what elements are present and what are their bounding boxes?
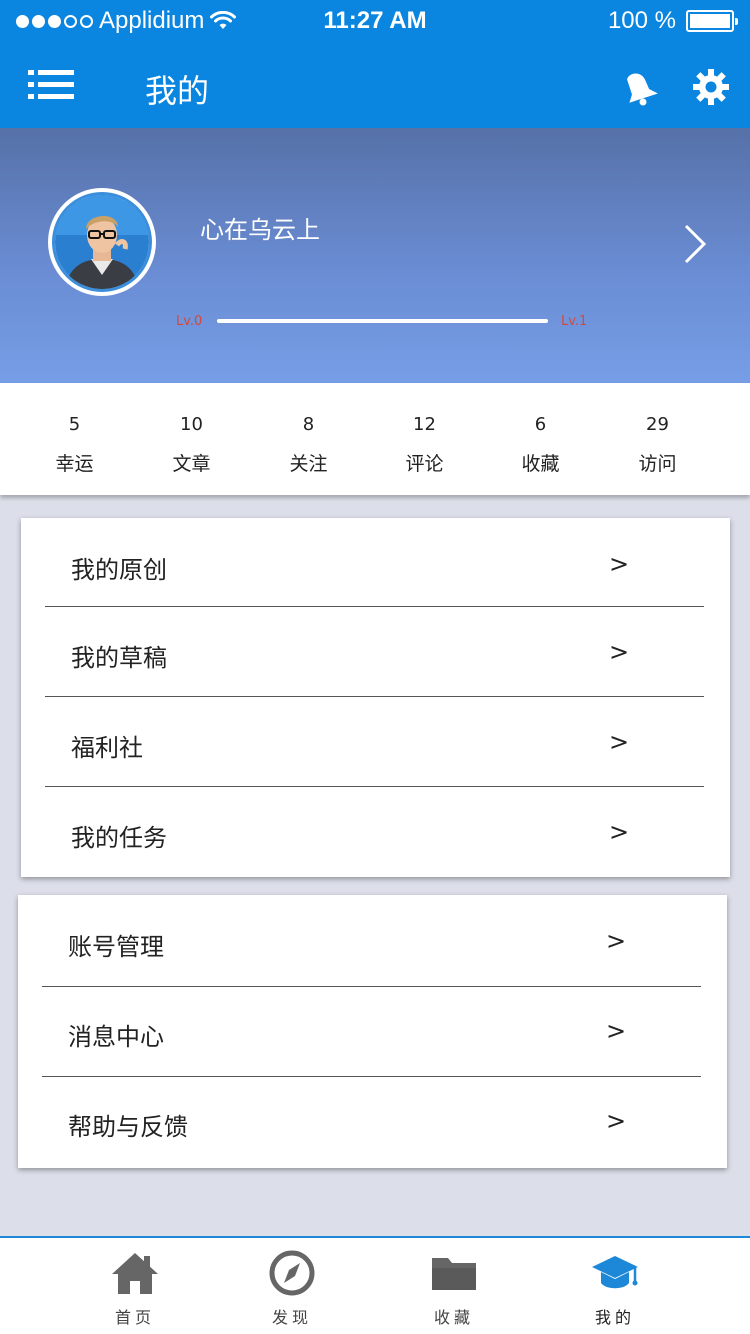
username[interactable]: 心在乌云上 [200,210,320,245]
folder-icon [432,1258,476,1290]
home-icon [112,1253,158,1294]
chevron-right-icon: > [609,728,630,756]
compass-icon [269,1250,315,1296]
menu-item-my-originals[interactable]: 我的原创 > [21,520,730,610]
status-right: 100 % [607,7,738,35]
top-bar: Applidium 11:27 AM 100 % 我的 [0,0,750,128]
chevron-right-icon: > [609,638,630,666]
stats-bar: 5 幸运 10 文章 8 关注 12 评论 6 收藏 29 访问 [0,383,750,495]
chevron-right-icon: > [606,927,627,955]
menu-item-label: 我的任务 [71,824,167,852]
menu-item-label: 帮助与反馈 [68,1113,188,1141]
stat-visits[interactable]: 29 访问 [599,383,716,495]
level-progress-bar [217,319,548,323]
stat-label: 幸运 [55,453,94,475]
stat-favorites[interactable]: 6 收藏 [482,383,599,495]
tab-favorites[interactable]: 收藏 [394,1238,514,1334]
gear-icon[interactable] [692,68,730,106]
page-title: 我的 [145,72,210,110]
chevron-right-icon: > [606,1107,627,1135]
stat-luck[interactable]: 5 幸运 [16,383,133,495]
chevron-right-icon: > [609,550,630,578]
status-bar: Applidium 11:27 AM 100 % [0,0,750,40]
navigation-bar: 我的 [0,40,750,128]
stat-following[interactable]: 8 关注 [250,383,367,495]
menu-icon[interactable] [28,70,76,100]
menu-item-label: 我的原创 [71,556,167,584]
stat-value: 10 [180,414,203,435]
menu-item-message-center[interactable]: 消息中心 > [18,987,727,1077]
tab-mine[interactable]: 我的 [555,1238,675,1334]
tab-label: 发现 [271,1308,312,1327]
stat-label: 文章 [172,453,211,475]
stat-label: 关注 [289,453,328,475]
menu-card-content: 我的原创 > 我的草稿 > 福利社 > 我的任务 > [21,518,730,877]
stat-articles[interactable]: 10 文章 [133,383,250,495]
stat-value: 8 [302,414,315,435]
stat-value: 29 [646,414,669,435]
battery-icon [686,10,738,32]
stat-value: 12 [413,414,436,435]
stat-value: 6 [534,414,547,435]
tab-discover[interactable]: 发现 [232,1238,352,1334]
menu-item-my-tasks[interactable]: 我的任务 > [21,788,730,878]
menu-item-label: 我的草稿 [71,644,167,672]
stat-value: 5 [68,414,81,435]
graduation-cap-icon [592,1256,638,1289]
avatar-image [55,195,149,289]
avatar[interactable] [48,188,156,296]
stat-label: 评论 [405,453,444,475]
bell-icon[interactable] [620,68,658,106]
chevron-right-icon[interactable] [682,224,708,264]
tab-home[interactable]: 首页 [75,1238,195,1334]
tab-label: 我的 [594,1308,635,1327]
chevron-right-icon: > [606,1017,627,1045]
menu-item-welfare[interactable]: 福利社 > [21,698,730,788]
stat-comments[interactable]: 12 评论 [366,383,483,495]
tab-label: 首页 [114,1308,155,1327]
battery-percent: 100 % [607,7,676,34]
tab-label: 收藏 [433,1308,474,1327]
menu-card-account: 账号管理 > 消息中心 > 帮助与反馈 > [18,895,727,1168]
menu-item-label: 福利社 [71,734,143,762]
menu-item-label: 账号管理 [68,933,164,961]
menu-item-label: 消息中心 [68,1023,164,1051]
divider [45,606,704,607]
menu-item-account-management[interactable]: 账号管理 > [18,897,727,987]
level-current: Lv.0 [176,314,203,329]
profile-header: 心在乌云上 Lv.0 Lv.1 [0,128,750,383]
chevron-right-icon: > [609,818,630,846]
level-progress-fill [217,319,548,323]
menu-item-help-feedback[interactable]: 帮助与反馈 > [18,1077,727,1167]
divider [45,786,704,787]
divider [45,696,704,697]
menu-item-my-drafts[interactable]: 我的草稿 > [21,608,730,698]
stat-label: 收藏 [521,453,560,475]
stat-label: 访问 [638,453,677,475]
tab-bar: 首页 发现 收藏 我的 [0,1236,750,1334]
level-next: Lv.1 [561,314,588,329]
